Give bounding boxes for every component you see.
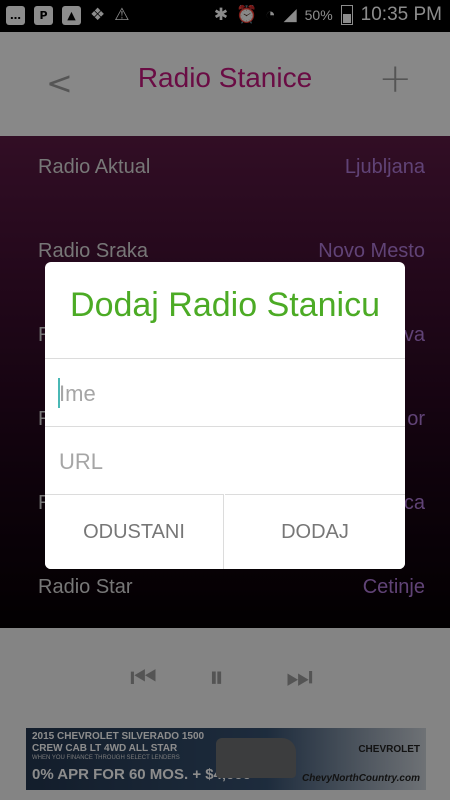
name-field (45, 358, 405, 427)
dialog-title: Dodaj Radio Stanicu (70, 286, 380, 324)
add-button[interactable]: DODAJ (225, 494, 405, 569)
cancel-button[interactable]: ODUSTANI (45, 494, 224, 569)
text-cursor (58, 378, 60, 408)
url-field (45, 426, 405, 495)
url-input[interactable] (57, 441, 391, 483)
name-input[interactable] (57, 373, 391, 415)
add-station-dialog: Dodaj Radio Stanicu ODUSTANI DODAJ (45, 262, 405, 569)
